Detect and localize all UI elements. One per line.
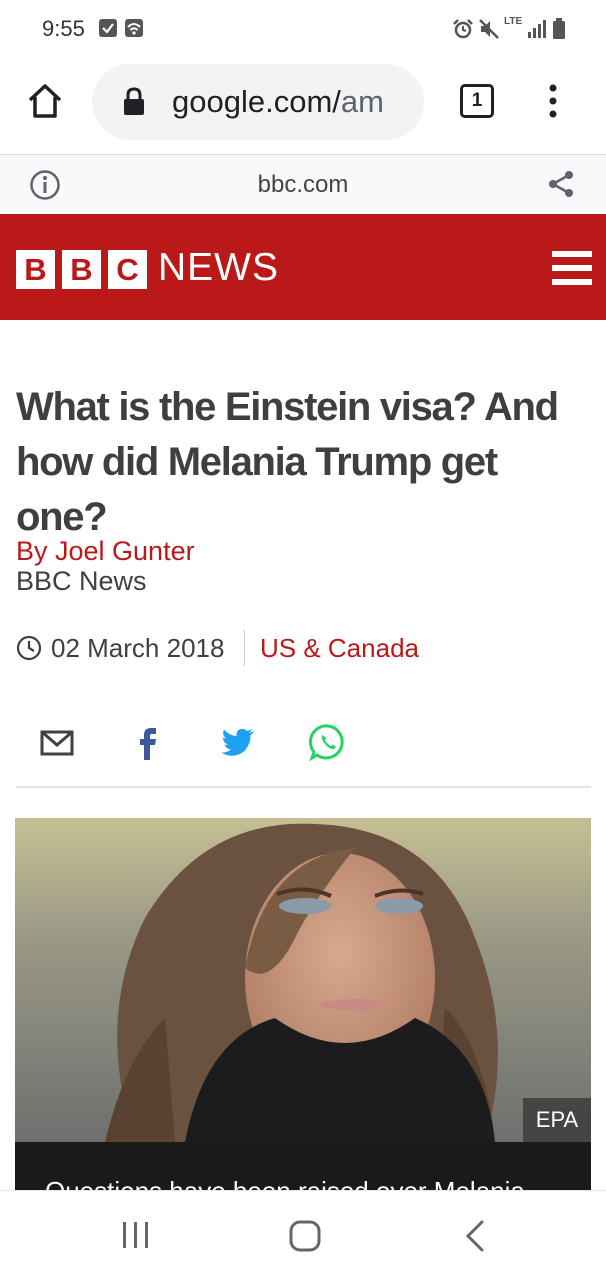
signal-icon [528,20,546,38]
logo-word-news: NEWS [158,246,279,289]
whatsapp-icon[interactable] [308,722,348,762]
home-button-icon[interactable] [288,1219,322,1253]
logo-letter-b1: B [16,250,55,289]
logo-letter-c: C [108,250,147,289]
alarm-icon [453,19,473,39]
article-byline: By Joel Gunter [16,536,195,566]
image-credit: EPA [523,1098,591,1142]
twitter-icon[interactable] [218,722,258,762]
more-options-icon[interactable] [543,82,563,120]
share-icon[interactable] [546,169,576,199]
melania-trump-photo [15,818,591,1142]
url-host: google.com/ [172,84,341,119]
url-path: am [340,84,384,119]
recent-apps-icon[interactable] [120,1219,152,1251]
amp-domain: bbc.com [257,171,349,198]
facebook-icon[interactable] [128,722,168,762]
home-icon[interactable] [26,82,64,120]
tab-switcher-button[interactable]: 1 [460,84,494,118]
section-link[interactable]: US & Canada [260,633,419,664]
mute-icon [479,19,499,39]
lte-label: LTE [504,16,523,27]
logo-letter-b2: B [62,250,101,289]
back-icon[interactable] [462,1219,490,1253]
address-bar[interactable]: google.com/am [92,64,424,140]
checkbox-notification-icon [99,19,117,37]
bbc-news-header: B B C NEWS [0,214,606,320]
tab-count: 1 [471,90,483,111]
status-bar: 9:55 LTE [0,0,606,58]
image-caption: Questions have been raised over Melania [15,1142,591,1190]
share-bar [16,712,591,788]
amp-header: bbc.com [0,154,606,215]
date-divider [244,630,245,666]
wifi-notification-icon [125,19,143,37]
clock-icon [16,635,42,661]
lock-icon [124,87,144,115]
image-caption-text: Questions have been raised over Melania [45,1176,525,1190]
status-time: 9:55 [42,16,85,41]
system-nav-bar [0,1190,606,1281]
email-icon[interactable] [38,722,78,762]
url-text: google.com/am [172,84,384,120]
browser-toolbar: google.com/am 1 [0,58,606,154]
article-photo: EPA [15,818,591,1142]
article-headline: What is the Einstein visa? And how did M… [16,385,559,539]
menu-icon[interactable] [552,251,592,285]
battery-icon [553,18,565,39]
article-source: BBC News [16,566,147,596]
article-date: 02 March 2018 [51,633,225,663]
